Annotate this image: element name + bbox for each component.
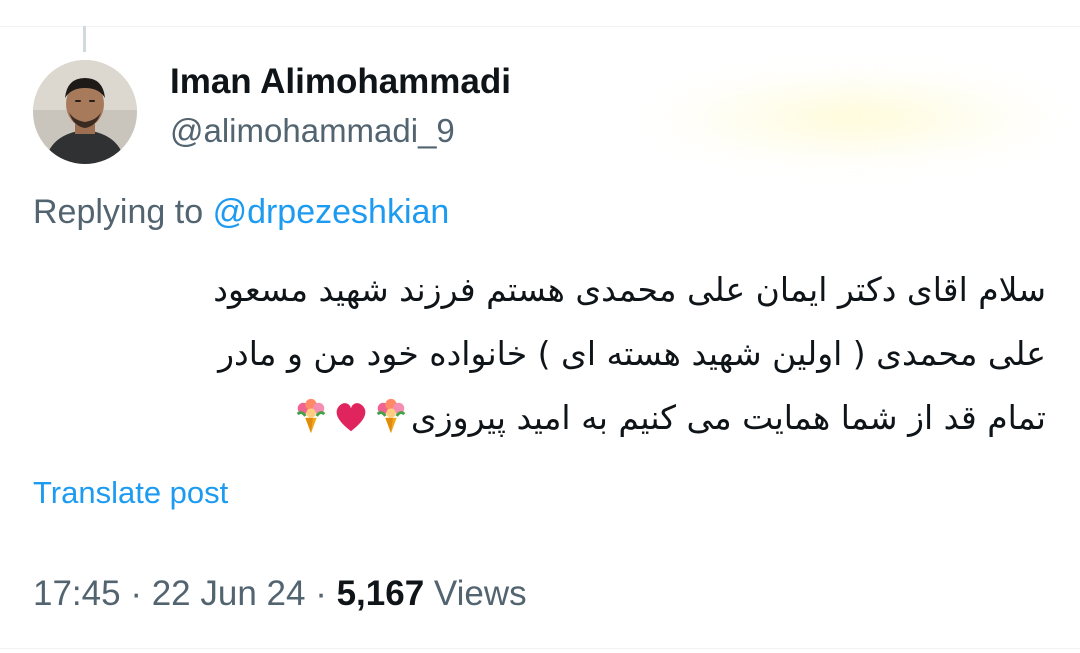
- meta-separator: ·: [315, 574, 327, 613]
- bouquet-icon: [296, 398, 326, 434]
- tweet-text-line: علی محمدی ( اولین شهید هسته ای ) خانواده…: [218, 334, 1046, 373]
- views-label: Views: [433, 574, 527, 613]
- tweet-text-line-content: تمام قد از شما همایت می کنیم به امید پیر…: [410, 398, 1046, 437]
- replying-to-line: Replying to @drpezeshkian: [33, 193, 449, 232]
- tweet-text-line-last: تمام قد از شما همایت می کنیم به امید پیر…: [36, 386, 1046, 450]
- emoji-group: [291, 398, 411, 437]
- tweet-time[interactable]: 17:45: [33, 574, 121, 613]
- replying-to-label: Replying to: [33, 193, 204, 231]
- bouquet-icon: [376, 398, 406, 434]
- top-divider: [0, 0, 1080, 27]
- meta-separator: ·: [130, 574, 142, 613]
- bottom-divider: [0, 648, 1080, 649]
- tweet-text-line: سلام اقای دکتر ایمان علی محمدی هستم فرزن…: [213, 270, 1046, 309]
- author-display-name[interactable]: Iman Alimohammadi: [170, 62, 511, 102]
- user-avatar-photo-icon: [33, 60, 137, 164]
- replying-to-mention-link[interactable]: @drpezeshkian: [213, 193, 450, 231]
- views-count[interactable]: 5,167: [337, 574, 425, 613]
- red-heart-icon: [336, 403, 366, 432]
- tweet-date[interactable]: 22 Jun 24: [152, 574, 306, 613]
- avatar[interactable]: [33, 60, 137, 164]
- tweet-meta: 17:45 · 22 Jun 24 · 5,167 Views: [33, 574, 527, 614]
- tweet-text: سلام اقای دکتر ایمان علی محمدی هستم فرزن…: [36, 258, 1046, 450]
- translate-post-link[interactable]: Translate post: [33, 475, 228, 511]
- thread-connector-line: [83, 26, 86, 52]
- author-handle[interactable]: @alimohammadi_9: [170, 112, 455, 150]
- blurred-region: [655, 68, 1055, 168]
